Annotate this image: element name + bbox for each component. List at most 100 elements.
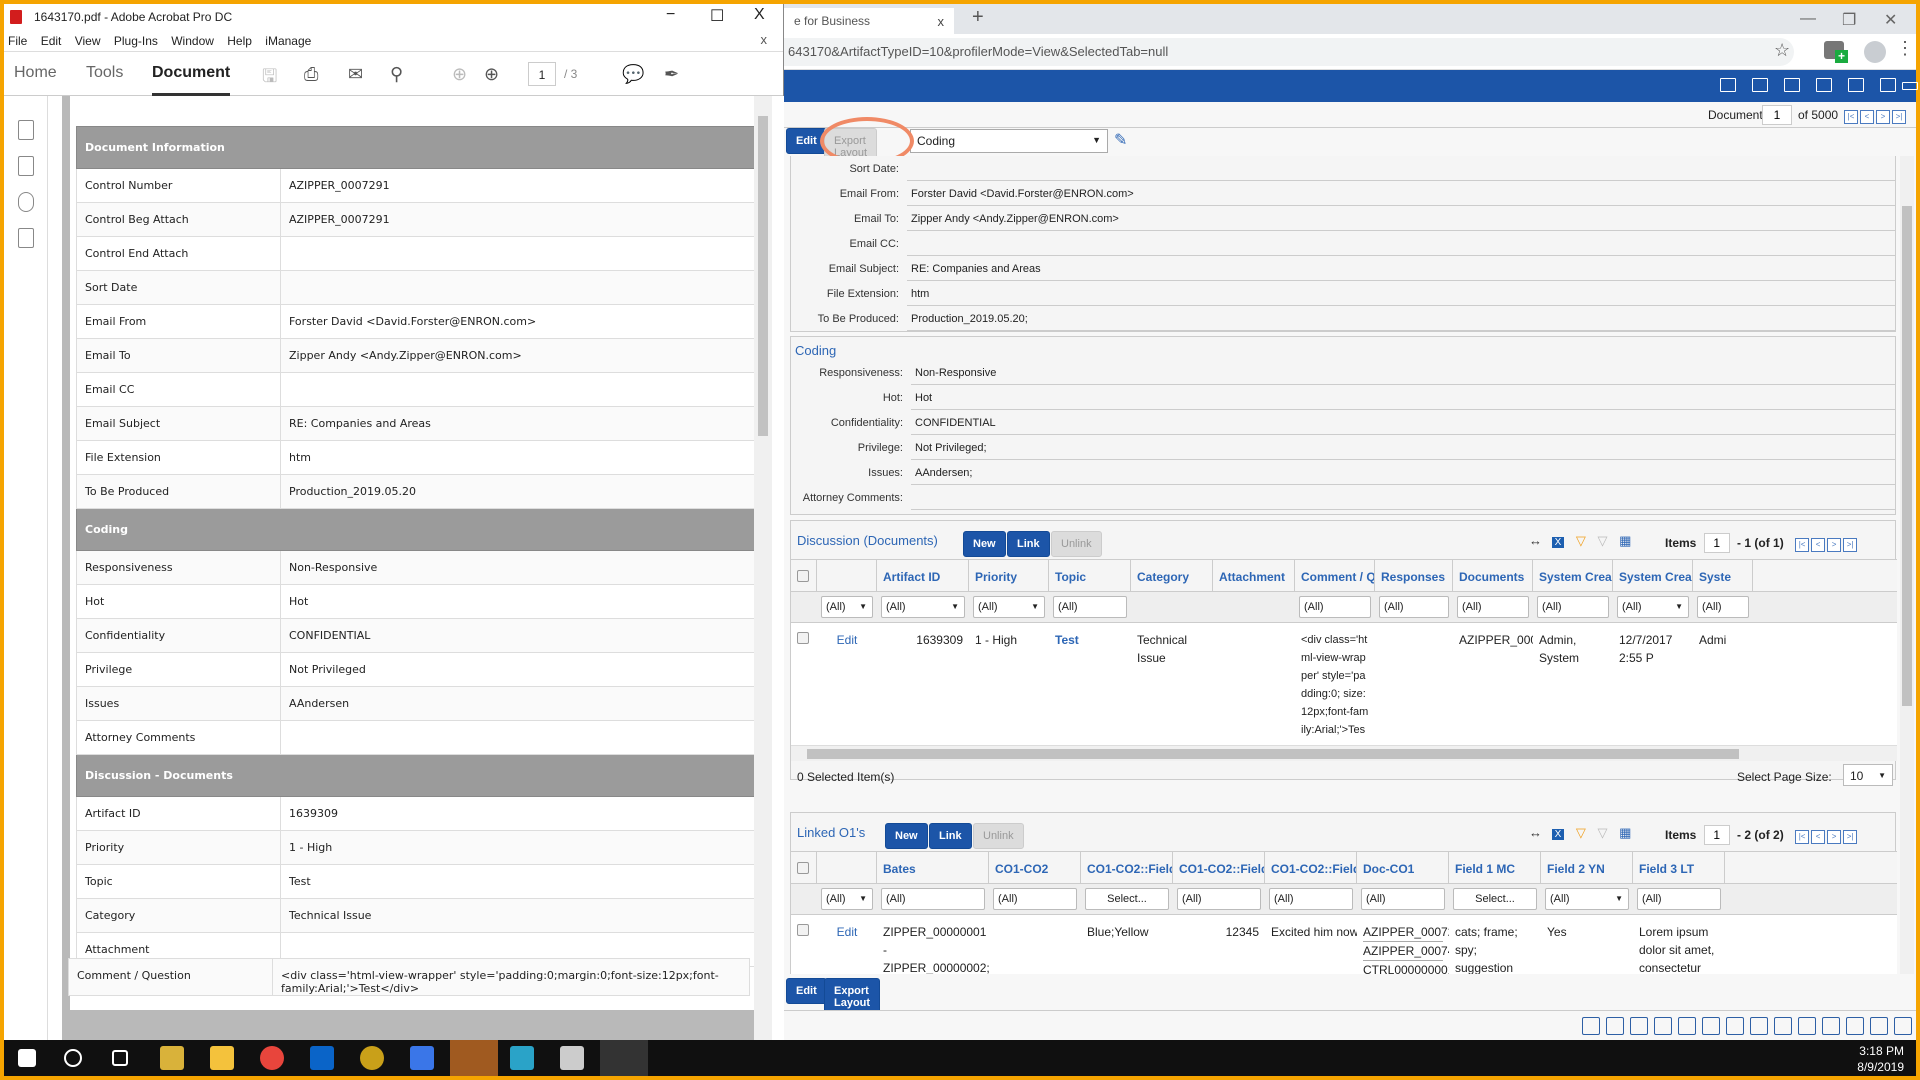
list-view-icon[interactable] — [1784, 78, 1800, 92]
filter-icon[interactable]: ▽ — [1576, 533, 1586, 548]
column-header[interactable]: Documents — [1453, 560, 1533, 591]
column-header[interactable] — [817, 560, 877, 591]
menu-imanage[interactable]: iManage — [265, 34, 311, 48]
column-filter[interactable]: (All) — [973, 596, 1045, 618]
last-document-button[interactable]: >| — [1892, 110, 1906, 124]
notes-icon[interactable] — [410, 1046, 434, 1070]
grid-columns-icon[interactable]: ▦ — [1619, 825, 1631, 840]
restore-icon[interactable]: ❐ — [1842, 10, 1856, 30]
page-thumbnails-icon[interactable] — [18, 120, 34, 140]
column-filter[interactable]: (All) — [1697, 596, 1749, 618]
discussion-unlink-button[interactable]: Unlink — [1051, 531, 1102, 557]
browser-tab[interactable]: e for Business x — [784, 8, 954, 34]
email-icon[interactable]: ✉ — [348, 64, 363, 85]
column-header[interactable] — [791, 852, 817, 883]
fit-columns-icon[interactable]: ↔ — [1529, 533, 1542, 548]
pdf-vertical-scrollbar[interactable] — [754, 96, 772, 1040]
collapse-left-pane-handle[interactable] — [48, 96, 62, 1040]
fill-sign-pen-icon[interactable]: ✒ — [664, 64, 679, 85]
last-page-button[interactable]: >| — [1843, 830, 1858, 844]
minimize-icon[interactable]: — — [1800, 10, 1816, 28]
layout-dropdown[interactable]: Coding ▼ — [910, 129, 1108, 153]
doc-link[interactable]: AZIPPER_0007291 — [1363, 923, 1449, 942]
column-header[interactable]: Category — [1131, 560, 1213, 591]
column-filter[interactable]: (All) — [1053, 596, 1127, 618]
export-excel-icon[interactable]: X — [1551, 537, 1565, 548]
task-view-icon[interactable] — [112, 1050, 128, 1066]
column-header[interactable] — [791, 560, 817, 591]
url-field[interactable]: 643170&ArtifactTypeID=10&profilerMode=Vi… — [784, 38, 1794, 66]
clear-filter-icon[interactable]: ▽ — [1598, 533, 1608, 548]
comment-icon[interactable]: 💬 — [622, 64, 644, 85]
tab-document[interactable]: Document — [152, 64, 231, 96]
menu-file[interactable]: File — [8, 34, 27, 48]
column-filter[interactable]: (All) — [881, 596, 965, 618]
document-properties-icon[interactable] — [18, 228, 34, 248]
browser-menu-icon[interactable]: ⋮ — [1896, 38, 1914, 59]
column-filter[interactable]: (All) — [1269, 888, 1353, 910]
row-checkbox[interactable] — [797, 632, 809, 644]
column-header[interactable]: Priority — [969, 560, 1049, 591]
column-filter[interactable]: (All) — [1379, 596, 1449, 618]
performance-monitor-icon[interactable] — [560, 1046, 584, 1070]
column-filter[interactable]: (All) — [821, 888, 873, 910]
menu-edit[interactable]: Edit — [41, 34, 62, 48]
close-document-icon[interactable]: x — [761, 32, 768, 47]
ultraedit-icon[interactable] — [360, 1046, 384, 1070]
column-header[interactable]: CO1-CO2::Field... — [1081, 852, 1173, 883]
column-header[interactable]: Field 1 MC — [1449, 852, 1541, 883]
link-icon[interactable] — [1870, 1017, 1888, 1035]
window-settings-icon[interactable] — [1880, 78, 1896, 92]
layout-panel-icon[interactable] — [1848, 78, 1864, 92]
print-icon[interactable] — [1752, 78, 1768, 92]
bookmarks-icon[interactable] — [18, 156, 34, 176]
menu-plug-ins[interactable]: Plug-Ins — [114, 34, 158, 48]
column-header[interactable]: Topic — [1049, 560, 1131, 591]
column-header[interactable]: Syste — [1693, 560, 1753, 591]
cell-topic[interactable]: Test — [1049, 623, 1131, 745]
maximize-icon[interactable]: ☐ — [710, 6, 724, 26]
previous-page-icon[interactable]: ⊕ — [452, 64, 467, 85]
doc-link[interactable]: CTRL0000000014 — [1363, 961, 1449, 974]
previous-page-button[interactable]: < — [1811, 830, 1826, 844]
discussion-new-button[interactable]: New — [963, 531, 1006, 557]
tab-tools[interactable]: Tools — [86, 64, 123, 82]
column-header[interactable]: Field 3 LT — [1633, 852, 1725, 883]
menu-help[interactable]: Help — [227, 34, 252, 48]
print-icon[interactable]: ⎙ — [304, 64, 318, 85]
discussion-link-button[interactable]: Link — [1007, 531, 1050, 557]
windows-start-icon[interactable] — [18, 1049, 36, 1067]
profile-avatar-icon[interactable] — [1864, 41, 1886, 63]
bucket-icon[interactable] — [1894, 1017, 1912, 1035]
outlook-icon[interactable] — [310, 1046, 334, 1070]
native-icon[interactable] — [1702, 1017, 1720, 1035]
save-icon[interactable]: 🖫 — [262, 64, 277, 94]
column-header[interactable]: Responses — [1375, 560, 1453, 591]
items-page-input[interactable] — [1703, 825, 1730, 845]
clear-filter-icon[interactable]: ▽ — [1598, 825, 1608, 840]
column-header[interactable]: Attachment — [1213, 560, 1295, 591]
column-filter[interactable]: Select... — [1453, 888, 1537, 910]
bookmark-star-icon[interactable]: ☆ — [1774, 40, 1790, 61]
column-filter[interactable]: (All) — [1637, 888, 1721, 910]
chrome-icon[interactable] — [260, 1046, 284, 1070]
column-filter[interactable]: Select... — [1085, 888, 1169, 910]
close-window-icon[interactable]: ✕ — [1884, 10, 1897, 30]
image-viewer-icon[interactable] — [1630, 1017, 1648, 1035]
search-icon[interactable]: ⚲ — [390, 64, 403, 85]
column-header[interactable]: Comment / Q... — [1295, 560, 1375, 591]
column-header[interactable]: Bates — [877, 852, 989, 883]
column-header[interactable] — [817, 852, 877, 883]
export-excel-icon[interactable]: X — [1551, 829, 1565, 840]
column-header[interactable]: Artifact ID — [877, 560, 969, 591]
attachments-icon[interactable] — [18, 192, 34, 212]
linked-new-button[interactable]: New — [885, 823, 928, 849]
attach-icon[interactable] — [1582, 1017, 1600, 1035]
column-filter[interactable]: (All) — [1457, 596, 1529, 618]
search-cortana-icon[interactable] — [64, 1049, 82, 1067]
close-tab-icon[interactable]: x — [938, 14, 945, 29]
layout-vertical-scrollbar[interactable] — [1900, 156, 1914, 974]
new-tab-button[interactable]: + — [972, 6, 984, 29]
column-filter[interactable]: (All) — [1299, 596, 1371, 618]
duplicate-icon[interactable] — [1726, 1017, 1744, 1035]
